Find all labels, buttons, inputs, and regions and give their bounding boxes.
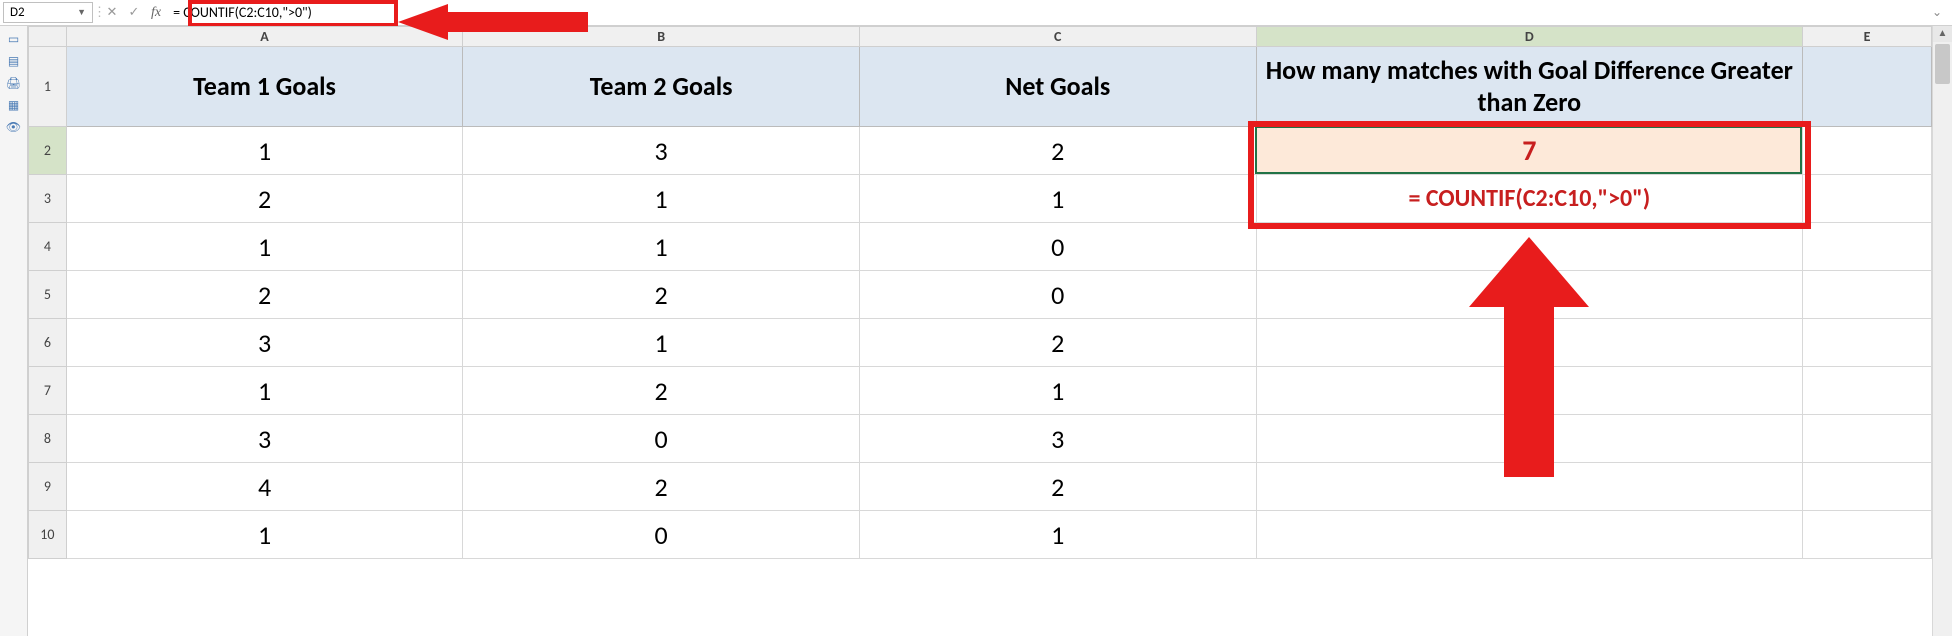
row-header-3[interactable]: 3 <box>29 175 67 223</box>
cell-A3[interactable]: 2 <box>66 175 463 223</box>
cell-C9[interactable]: 2 <box>859 463 1256 511</box>
name-box-value: D2 <box>10 5 25 20</box>
row-header-6[interactable]: 6 <box>29 319 67 367</box>
cell-B7[interactable]: 2 <box>463 367 860 415</box>
cell-E4[interactable] <box>1803 223 1932 271</box>
cell-C10[interactable]: 1 <box>859 511 1256 559</box>
cell-E6[interactable] <box>1803 319 1932 367</box>
cell-A10[interactable]: 1 <box>66 511 463 559</box>
cell-B8[interactable]: 0 <box>463 415 860 463</box>
cell-A9[interactable]: 4 <box>66 463 463 511</box>
row-header-1[interactable]: 1 <box>29 47 67 127</box>
rail-icon[interactable]: 🖨 <box>5 76 23 90</box>
vertical-scrollbar[interactable]: ▲ <box>1932 26 1952 636</box>
row-header-10[interactable]: 10 <box>29 511 67 559</box>
cell-E1[interactable] <box>1803 47 1932 127</box>
expand-formula-icon[interactable]: ⌄ <box>1932 5 1942 20</box>
cell-E5[interactable] <box>1803 271 1932 319</box>
rail-icon[interactable]: ▦ <box>5 98 23 112</box>
cell-E8[interactable] <box>1803 415 1932 463</box>
cell-E2[interactable] <box>1803 127 1932 175</box>
column-header-B[interactable]: B <box>463 27 860 47</box>
column-header-E[interactable]: E <box>1803 27 1932 47</box>
cell-E7[interactable] <box>1803 367 1932 415</box>
chevron-down-icon[interactable]: ▼ <box>77 7 86 18</box>
cell-A7[interactable]: 1 <box>66 367 463 415</box>
left-rail: ▭ ▤ 🖨 ▦ 👁 <box>0 26 28 636</box>
cell-E3[interactable] <box>1803 175 1932 223</box>
spreadsheet-grid[interactable]: ABCDE1Team 1 GoalsTeam 2 GoalsNet GoalsH… <box>28 26 1932 636</box>
cell-A6[interactable]: 3 <box>66 319 463 367</box>
fx-icon[interactable]: fx <box>145 5 167 21</box>
cell-B9[interactable]: 2 <box>463 463 860 511</box>
cell-D9[interactable] <box>1256 463 1803 511</box>
cell-A8[interactable]: 3 <box>66 415 463 463</box>
cell-B6[interactable]: 1 <box>463 319 860 367</box>
cell-A4[interactable]: 1 <box>66 223 463 271</box>
cell-C3[interactable]: 1 <box>859 175 1256 223</box>
cell-B2[interactable]: 3 <box>463 127 860 175</box>
column-header-C[interactable]: C <box>859 27 1256 47</box>
row-header-9[interactable]: 9 <box>29 463 67 511</box>
rail-icon[interactable]: ▭ <box>5 32 23 46</box>
cell-D2[interactable]: 7 <box>1256 127 1803 175</box>
row-header-5[interactable]: 5 <box>29 271 67 319</box>
select-all-corner[interactable] <box>29 27 67 47</box>
rail-icon[interactable]: ▤ <box>5 54 23 68</box>
cell-D5[interactable] <box>1256 271 1803 319</box>
cell-B4[interactable]: 1 <box>463 223 860 271</box>
cell-B3[interactable]: 1 <box>463 175 860 223</box>
formula-bar: D2 ▼ ⋮ ✕ ✓ fx = COUNTIF(C2:C10,">0") ⌄ <box>0 0 1952 26</box>
cell-C7[interactable]: 1 <box>859 367 1256 415</box>
cell-D8[interactable] <box>1256 415 1803 463</box>
cell-D10[interactable] <box>1256 511 1803 559</box>
column-header-D[interactable]: D <box>1256 27 1803 47</box>
row-header-8[interactable]: 8 <box>29 415 67 463</box>
row-header-4[interactable]: 4 <box>29 223 67 271</box>
cell-A5[interactable]: 2 <box>66 271 463 319</box>
cell-B1[interactable]: Team 2 Goals <box>463 47 860 127</box>
formula-input[interactable]: = COUNTIF(C2:C10,">0") <box>167 2 318 23</box>
cell-A2[interactable]: 1 <box>66 127 463 175</box>
rail-icon[interactable]: 👁 <box>5 120 23 134</box>
cell-E9[interactable] <box>1803 463 1932 511</box>
cell-B10[interactable]: 0 <box>463 511 860 559</box>
row-header-2[interactable]: 2 <box>29 127 67 175</box>
cell-D1[interactable]: How many matches with Goal Difference Gr… <box>1256 47 1803 127</box>
cell-E10[interactable] <box>1803 511 1932 559</box>
row-header-7[interactable]: 7 <box>29 367 67 415</box>
cell-A1[interactable]: Team 1 Goals <box>66 47 463 127</box>
cell-D3[interactable]: = COUNTIF(C2:C10,">0") <box>1256 175 1803 223</box>
cell-C2[interactable]: 2 <box>859 127 1256 175</box>
separator: ⋮ <box>93 5 101 20</box>
cell-C4[interactable]: 0 <box>859 223 1256 271</box>
cell-B5[interactable]: 2 <box>463 271 860 319</box>
cell-C8[interactable]: 3 <box>859 415 1256 463</box>
scroll-up-icon[interactable]: ▲ <box>1933 26 1952 42</box>
cell-D6[interactable] <box>1256 319 1803 367</box>
cell-D4[interactable] <box>1256 223 1803 271</box>
column-header-A[interactable]: A <box>66 27 463 47</box>
cell-C6[interactable]: 2 <box>859 319 1256 367</box>
enter-icon[interactable]: ✓ <box>123 2 145 24</box>
cell-C1[interactable]: Net Goals <box>859 47 1256 127</box>
scroll-thumb[interactable] <box>1935 44 1950 84</box>
cell-C5[interactable]: 0 <box>859 271 1256 319</box>
cell-D7[interactable] <box>1256 367 1803 415</box>
name-box[interactable]: D2 ▼ <box>3 2 93 23</box>
cancel-icon[interactable]: ✕ <box>101 2 123 24</box>
